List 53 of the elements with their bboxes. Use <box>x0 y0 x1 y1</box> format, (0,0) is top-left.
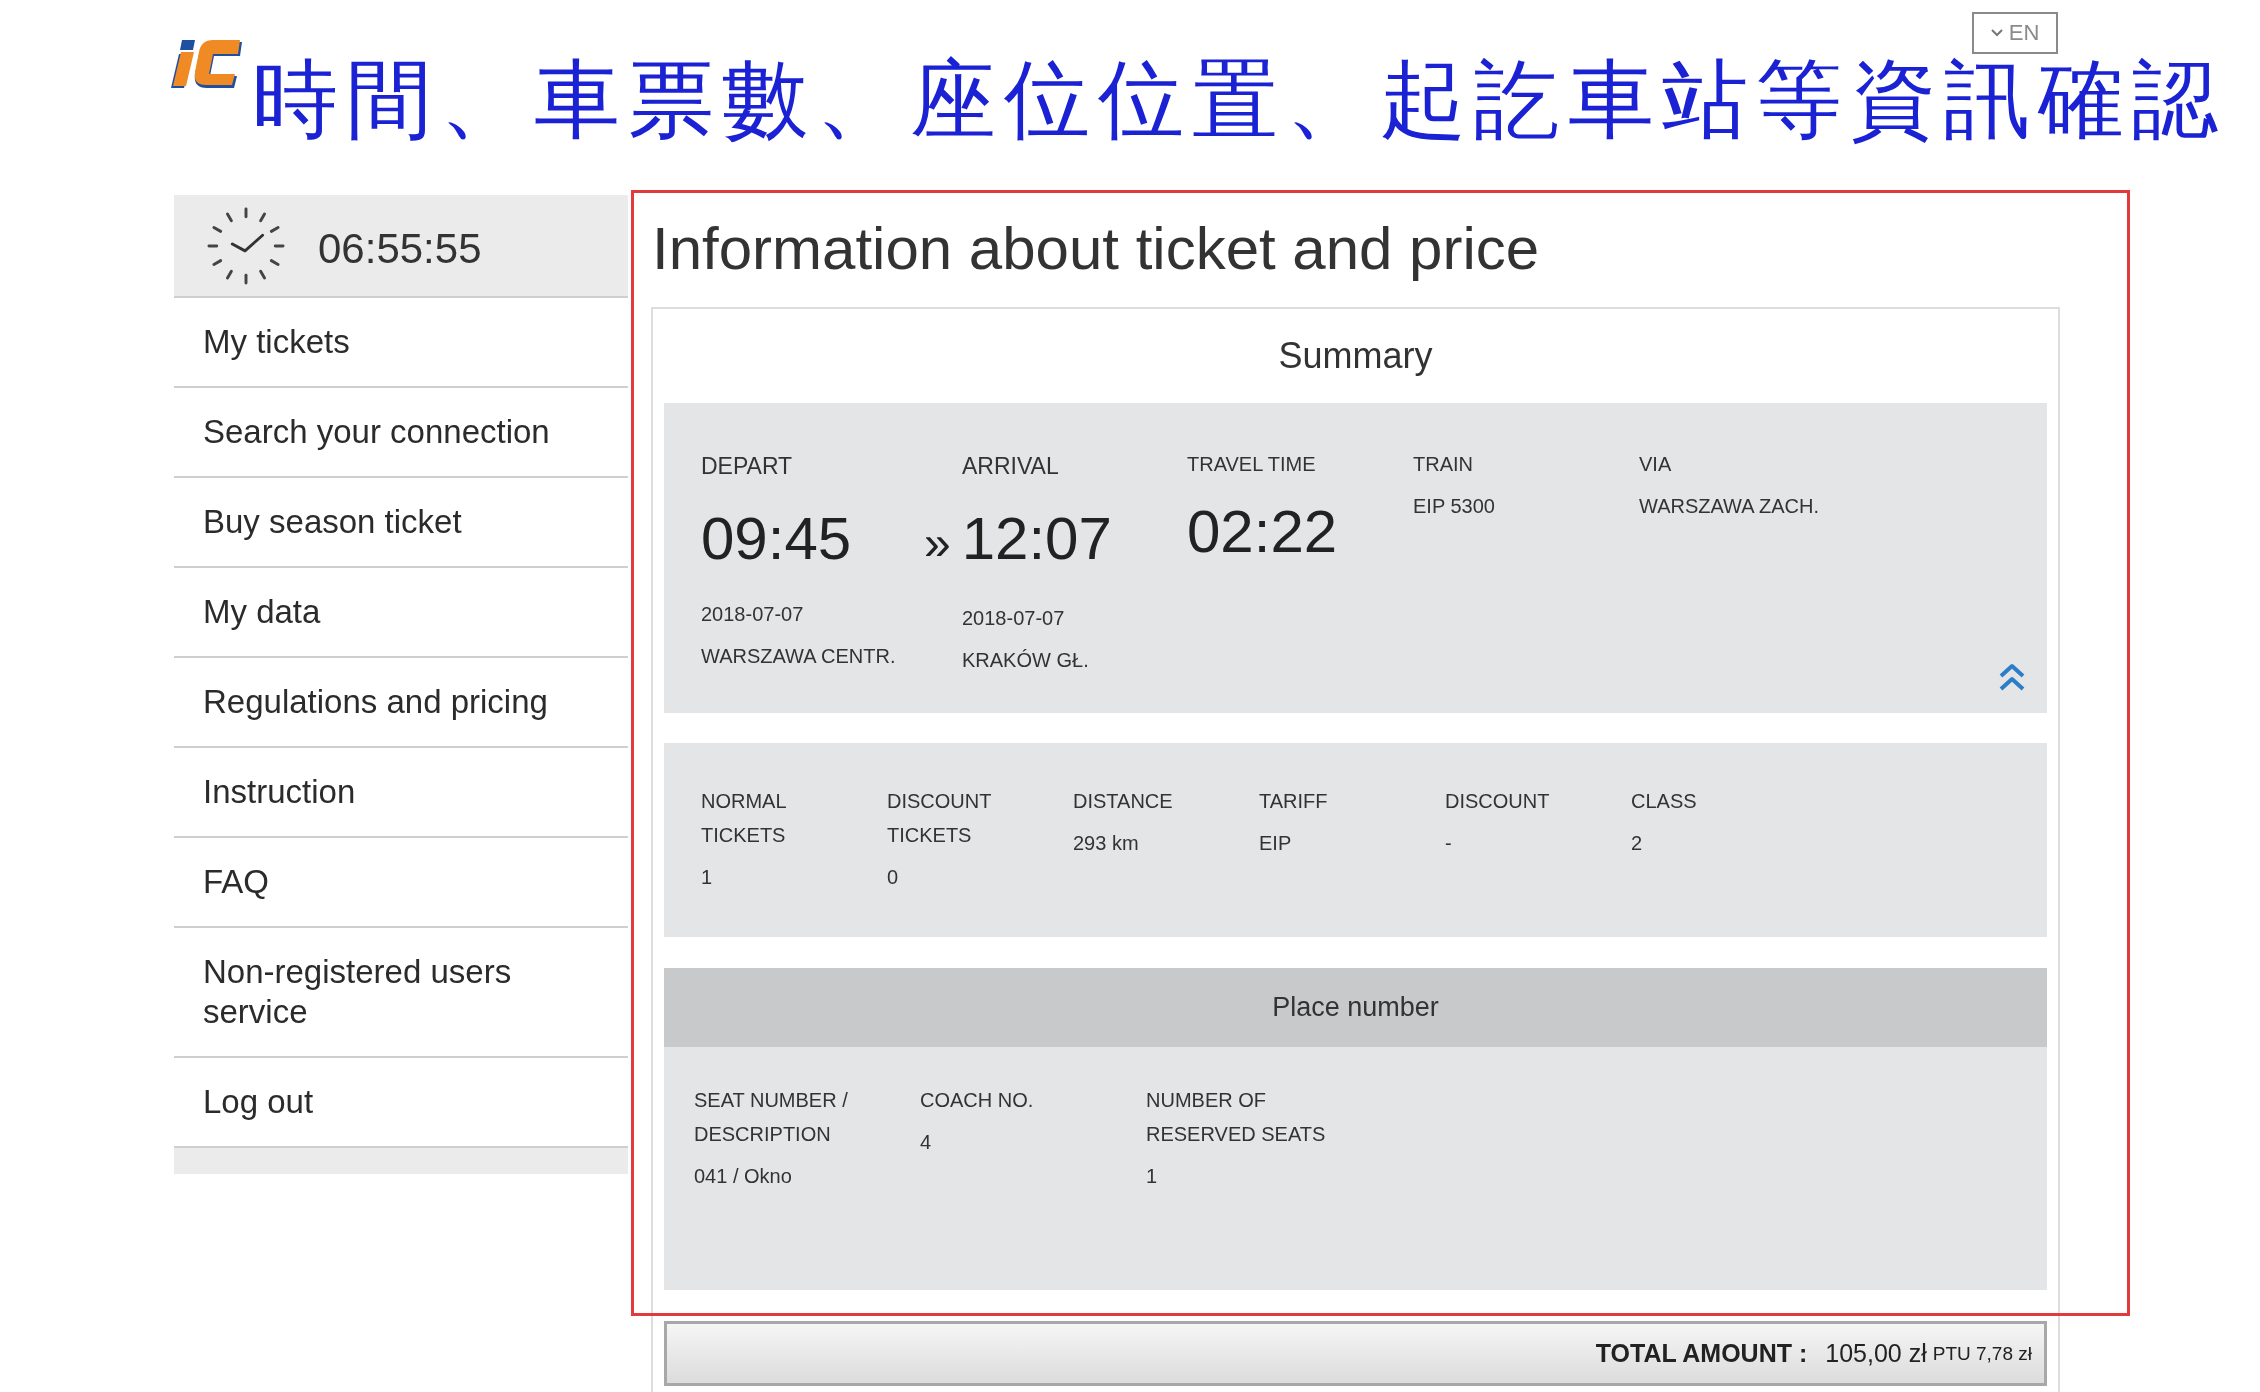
sidebar-link[interactable]: FAQ <box>174 838 628 928</box>
field-value: 1 <box>1146 1164 1158 1189</box>
train-value: EIP 5300 <box>1413 494 1495 519</box>
field-value: 041 / Okno <box>694 1164 792 1189</box>
total-amount-value: 105,00 zł <box>1825 1339 1927 1368</box>
via-label: VIA <box>1639 452 1672 477</box>
field-value: 4 <box>920 1130 932 1155</box>
handwritten-caption: 時間、車票數、座位位置、起訖車站等資訊確認 <box>252 56 2226 142</box>
field-label: CLASS <box>1631 789 1697 814</box>
total-amount-label: TOTAL AMOUNT : <box>1595 1339 1808 1368</box>
arrival-station: KRAKÓW GŁ. <box>962 648 1089 673</box>
sidebar-link[interactable]: Instruction <box>174 748 628 838</box>
field-value: 0 <box>887 865 899 890</box>
sidebar-link[interactable]: Buy season ticket <box>174 478 628 568</box>
depart-station: WARSZAWA CENTR. <box>701 644 896 669</box>
depart-time: 09:45 <box>701 504 852 574</box>
double-chevron-icon[interactable] <box>1998 663 2026 691</box>
field-label: DISCOUNT TICKETS <box>887 789 993 848</box>
field-value: EIP <box>1259 831 1292 856</box>
field-value: 2 <box>1631 831 1643 856</box>
tax-amount: PTU 7,78 zł <box>1932 1342 2032 1365</box>
field-label: DISTANCE <box>1073 789 1173 814</box>
sidebar-link[interactable]: Regulations and pricing <box>174 658 628 748</box>
arrival-time: 12:07 <box>961 504 1112 574</box>
arrow-separator: » <box>924 515 951 571</box>
sidebar-link[interactable]: Non-registered users service <box>174 928 628 1058</box>
field-label: NUMBER OF RESERVED SEATS <box>1146 1088 1327 1147</box>
logo-icon <box>168 38 244 90</box>
arrival-date: 2018-07-07 <box>962 606 1065 631</box>
sidebar-link[interactable]: Search your connection <box>174 388 628 478</box>
travel-time-value: 02:22 <box>1187 497 1338 567</box>
field-label: NORMAL TICKETS <box>701 789 787 848</box>
field-value: 1 <box>701 865 713 890</box>
field-label: COACH NO. <box>920 1088 1034 1113</box>
depart-label: DEPART <box>701 452 793 481</box>
clock-icon <box>207 206 285 285</box>
chevron-down-icon <box>1990 29 2003 37</box>
summary-heading: Summary <box>1278 334 1433 378</box>
train-label: TRAIN <box>1413 452 1473 477</box>
clock-time: 06:55:55 <box>318 226 482 273</box>
field-value: 293 km <box>1073 831 1139 856</box>
field-label: DISCOUNT <box>1445 789 1550 814</box>
field-label: SEAT NUMBER / DESCRIPTION <box>694 1088 849 1147</box>
arrival-label: ARRIVAL <box>962 452 1059 481</box>
via-value: WARSZAWA ZACH. <box>1639 494 1819 519</box>
sidebar-link[interactable]: My data <box>174 568 628 658</box>
field-label: TARIFF <box>1259 789 1328 814</box>
sidebar-link[interactable]: My tickets <box>174 298 628 388</box>
travel-time-label: TRAVEL TIME <box>1187 452 1316 477</box>
depart-date: 2018-07-07 <box>701 602 804 627</box>
field-value: - <box>1445 831 1452 856</box>
page-title: Information about ticket and price <box>651 214 1540 283</box>
place-number-heading: Place number <box>664 968 2047 1047</box>
